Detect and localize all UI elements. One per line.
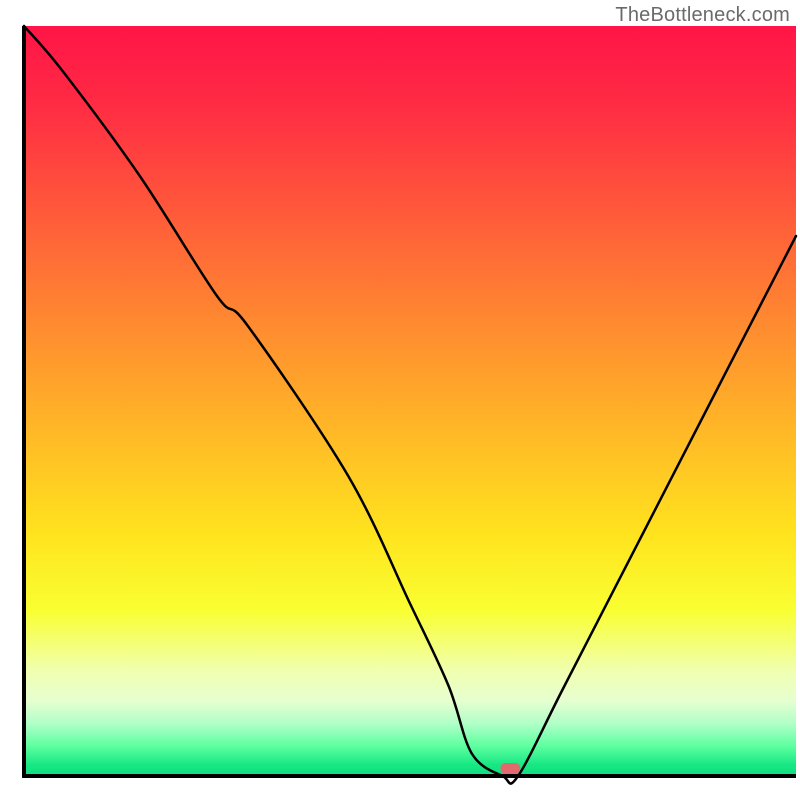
watermark-text: TheBottleneck.com xyxy=(615,4,790,27)
bottleneck-chart xyxy=(0,0,800,800)
chart-container: TheBottleneck.com xyxy=(0,0,800,800)
chart-background xyxy=(24,26,796,776)
optimal-marker xyxy=(500,763,520,774)
